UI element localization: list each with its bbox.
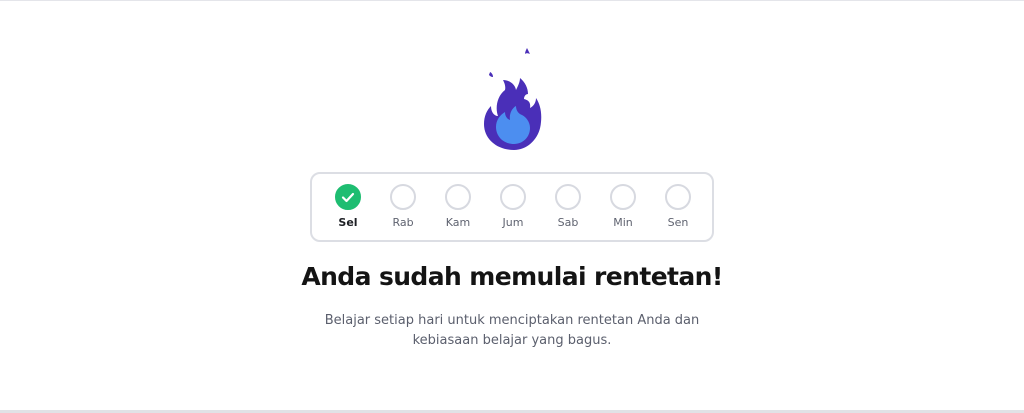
day-status-pending xyxy=(445,184,471,210)
day-item-sel: Sel xyxy=(328,184,368,230)
day-status-pending xyxy=(665,184,691,210)
day-status-pending xyxy=(500,184,526,210)
streak-week-card: Sel Rab Kam Jum Sab Min Sen xyxy=(310,172,714,242)
check-icon xyxy=(341,192,355,203)
day-item-rab: Rab xyxy=(383,184,423,230)
day-label: Jum xyxy=(502,216,524,229)
flame-icon xyxy=(484,48,542,150)
day-item-sen: Sen xyxy=(658,184,698,230)
day-label: Sab xyxy=(557,216,579,229)
day-item-min: Min xyxy=(603,184,643,230)
day-item-kam: Kam xyxy=(438,184,478,230)
description-text: Belajar setiap hari untuk menciptakan re… xyxy=(324,313,700,348)
day-label: Kam xyxy=(445,216,471,229)
top-divider xyxy=(0,0,1024,1)
day-label: Rab xyxy=(392,216,414,229)
day-label: Sel xyxy=(338,216,358,229)
day-label: Sen xyxy=(667,216,689,229)
day-item-sab: Sab xyxy=(548,184,588,230)
day-status-pending xyxy=(390,184,416,210)
page-title: Anda sudah memulai rentetan! xyxy=(301,262,723,291)
day-status-pending xyxy=(555,184,581,210)
day-item-jum: Jum xyxy=(493,184,533,230)
day-status-pending xyxy=(610,184,636,210)
day-status-completed xyxy=(335,184,361,210)
day-label: Min xyxy=(613,216,633,229)
